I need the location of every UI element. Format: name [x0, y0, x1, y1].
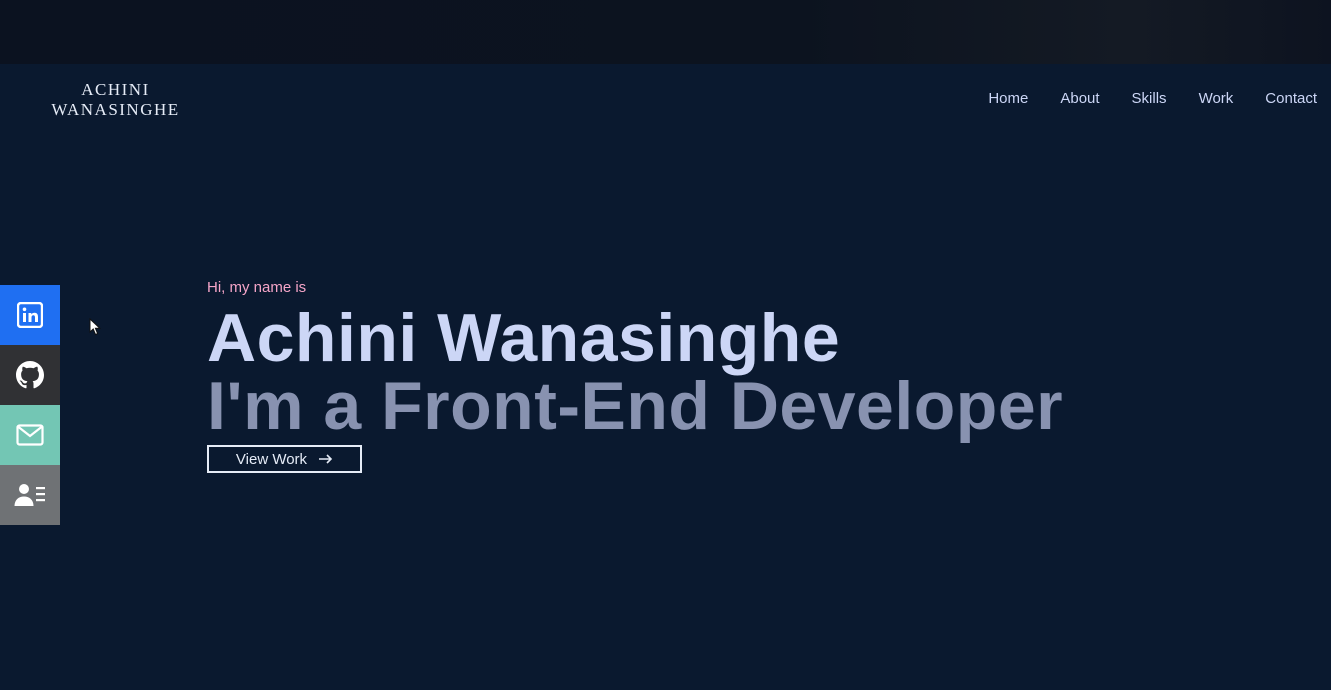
logo-line-2: WANASINGHE	[51, 100, 180, 119]
view-work-button[interactable]: View Work	[207, 445, 362, 473]
linkedin-link[interactable]	[0, 285, 60, 345]
mouse-cursor-icon	[89, 317, 102, 341]
nav-about[interactable]: About	[1060, 90, 1099, 107]
site-logo[interactable]: ACHINI WANASINGHE	[48, 80, 183, 120]
view-work-label: View Work	[235, 450, 308, 468]
logo-line-1: ACHINI	[81, 80, 150, 99]
mail-icon	[16, 424, 44, 446]
page: ACHINI WANASINGHE Home About Skills Work…	[0, 64, 1331, 690]
resume-link[interactable]	[0, 465, 60, 525]
nav-home[interactable]: Home	[988, 90, 1028, 107]
mail-link[interactable]	[0, 405, 60, 465]
nav-work[interactable]: Work	[1199, 90, 1234, 107]
nav-skills[interactable]: Skills	[1132, 90, 1167, 107]
arrow-right-icon	[319, 451, 333, 468]
github-link[interactable]	[0, 345, 60, 405]
hero-name: Achini Wanasinghe	[207, 300, 841, 376]
hero-section: Hi, my name is Achini Wanasinghe I'm a F…	[207, 279, 1063, 473]
github-icon	[16, 361, 44, 389]
nav-contact[interactable]: Contact	[1265, 90, 1317, 107]
main-nav: Home About Skills Work Contact	[988, 90, 1317, 107]
browser-top-bar	[0, 0, 1331, 64]
hero-greeting: Hi, my name is	[207, 279, 307, 296]
hero-role: I'm a Front-End Developer	[207, 368, 1064, 444]
linkedin-icon	[17, 302, 43, 328]
social-sidebar	[0, 285, 60, 525]
resume-icon	[14, 482, 46, 508]
